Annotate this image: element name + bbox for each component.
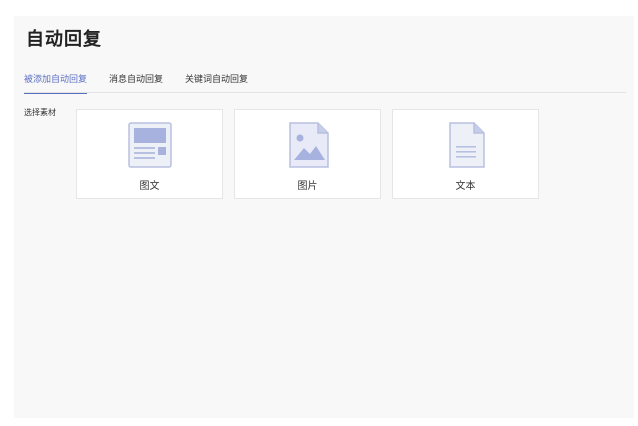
text-file-icon	[448, 122, 485, 168]
material-card-label: 图片	[297, 181, 318, 192]
image-icon	[288, 122, 329, 168]
material-card-text[interactable]: 文本	[392, 109, 539, 199]
article-icon	[127, 122, 172, 168]
auto-reply-panel: 自动回复 被添加自动回复 消息自动回复 关键词自动回复 选择素材 图文 图片 文…	[14, 16, 634, 418]
tab-keyword-auto-reply[interactable]: 关键词自动回复	[185, 74, 248, 92]
material-card-label: 图文	[139, 181, 160, 192]
material-card-article[interactable]: 图文	[76, 109, 223, 199]
material-label: 选择素材	[24, 108, 56, 117]
material-card-image[interactable]: 图片	[234, 109, 381, 199]
tab-divider	[24, 92, 626, 93]
page-title: 自动回复	[26, 29, 102, 50]
reply-tabs: 被添加自动回复 消息自动回复 关键词自动回复	[24, 74, 270, 94]
material-card-label: 文本	[455, 181, 476, 192]
tab-added-auto-reply[interactable]: 被添加自动回复	[24, 74, 88, 94]
tab-message-auto-reply[interactable]: 消息自动回复	[109, 74, 163, 92]
